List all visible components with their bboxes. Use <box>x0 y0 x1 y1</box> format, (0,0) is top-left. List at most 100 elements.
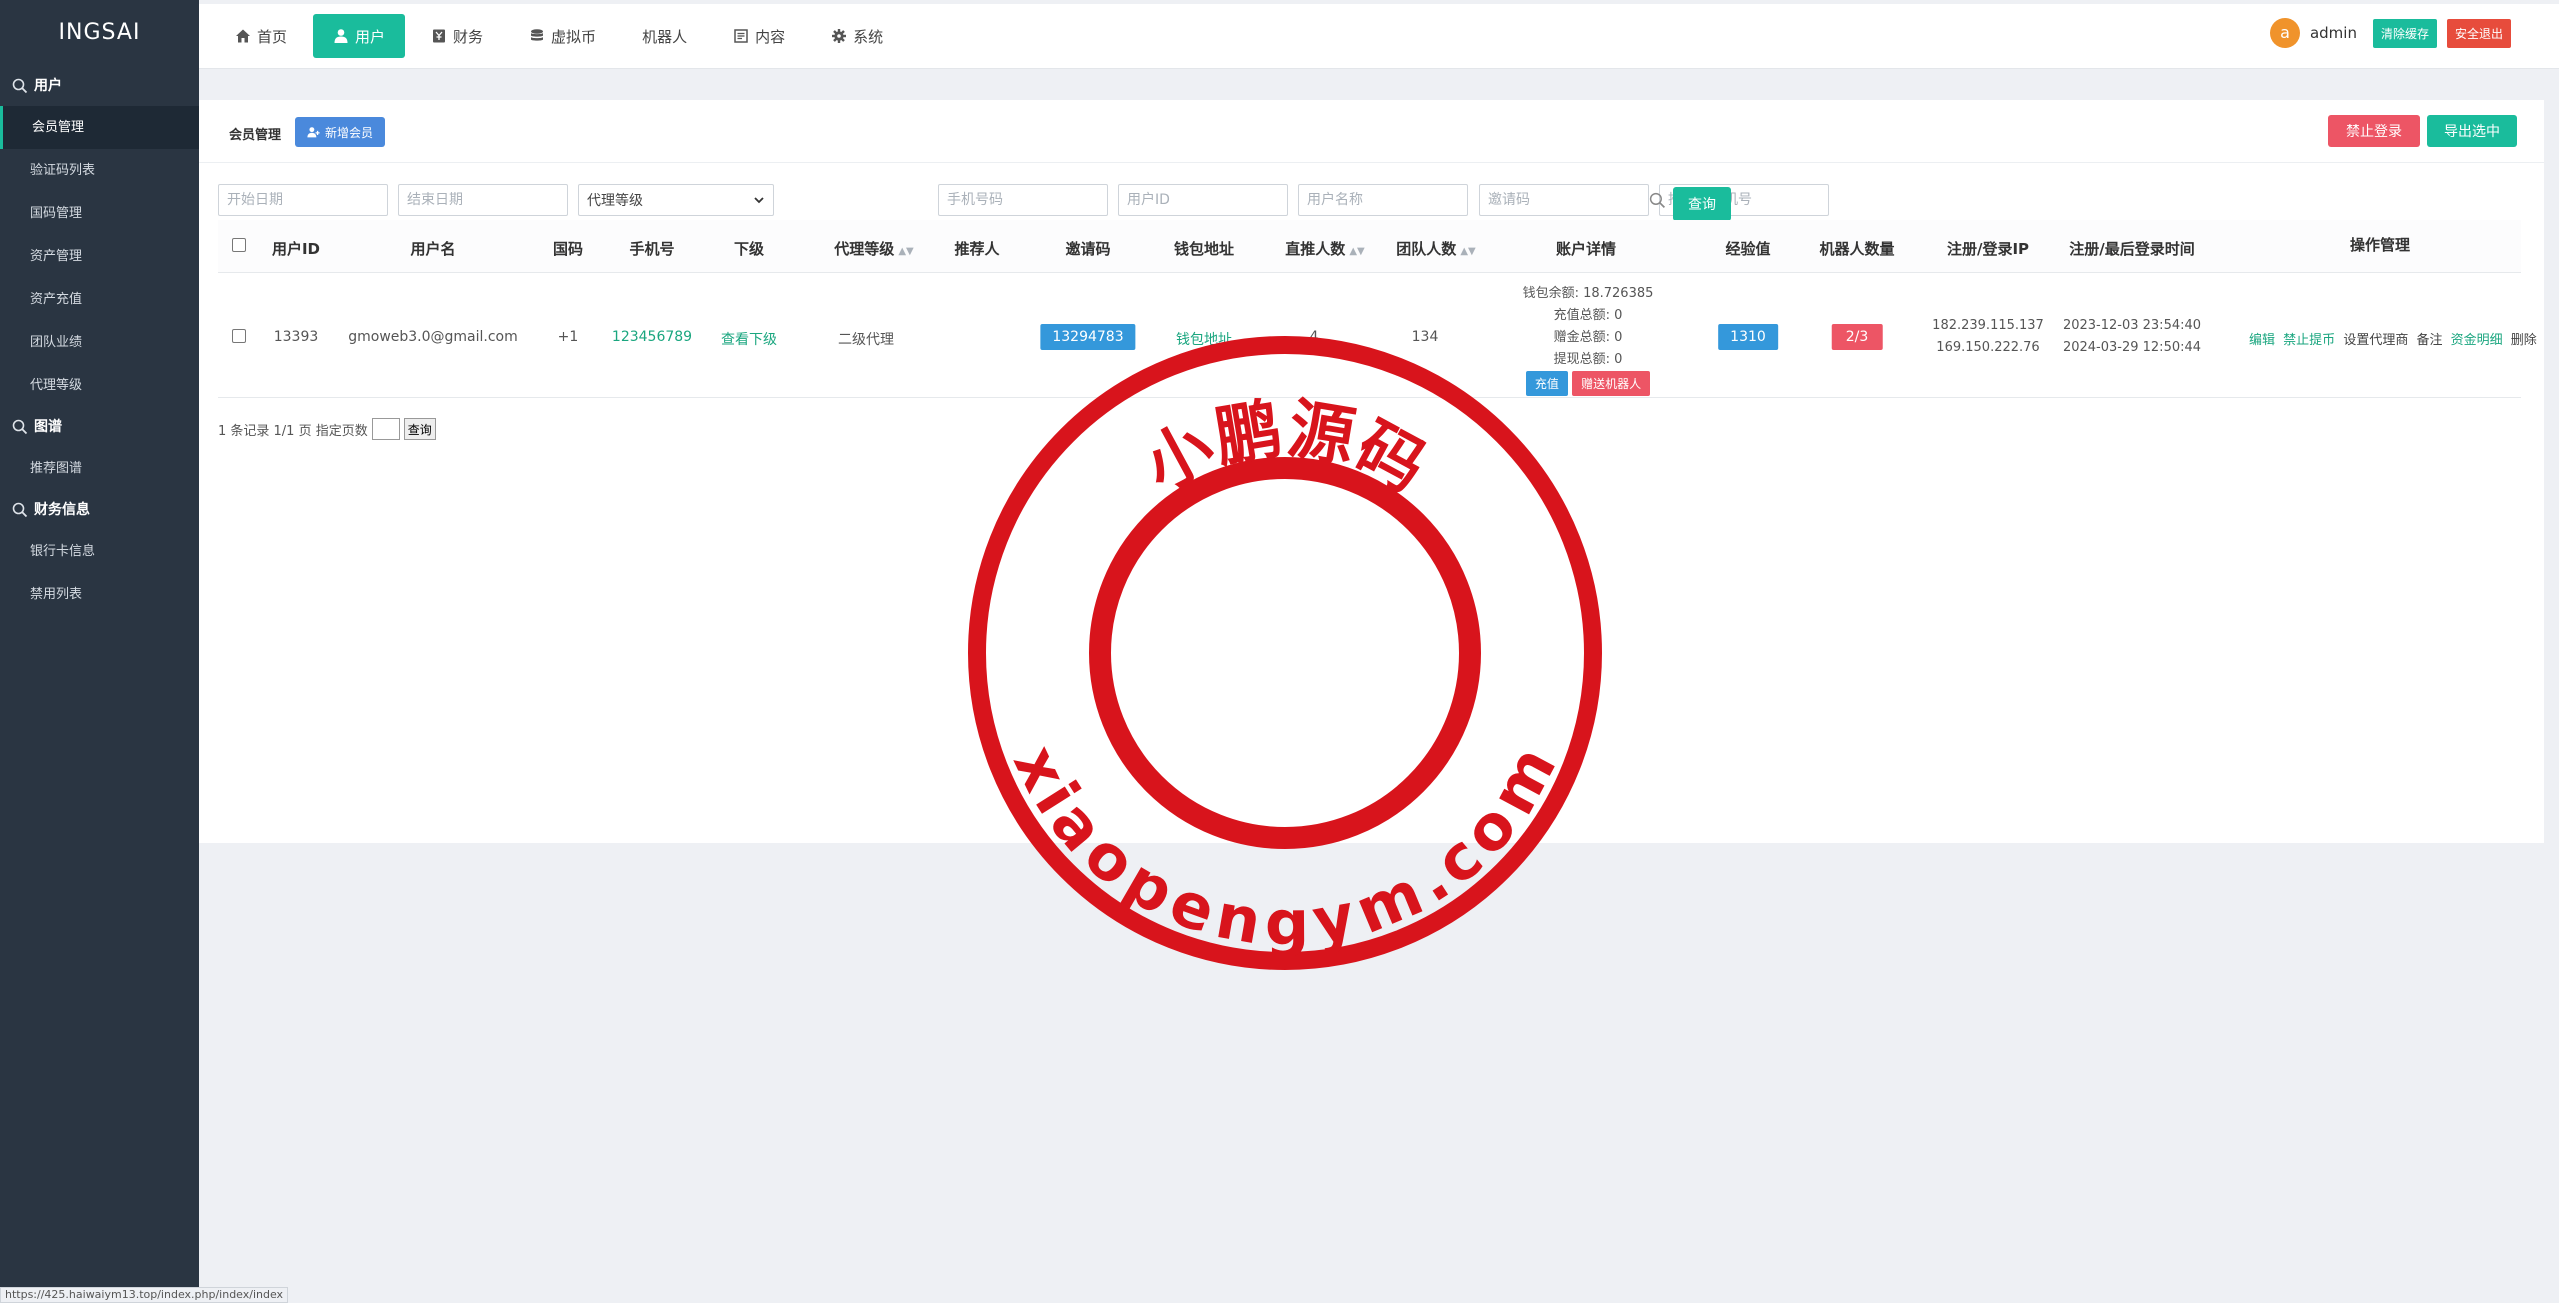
th-agent-level[interactable]: 代理等级 ▲▼ <box>834 238 913 259</box>
ban-withdraw-link[interactable]: 禁止提币 <box>2283 333 2335 348</box>
cell-phone[interactable]: 123456789 <box>612 329 692 345</box>
th-wallet: 钱包地址 <box>1173 240 1235 258</box>
sidebar-item-bank-cards[interactable]: 银行卡信息 <box>0 530 199 573</box>
robot-count-badge[interactable]: 2/3 <box>1831 324 1883 350</box>
sidebar-item-captcha-list[interactable]: 验证码列表 <box>0 149 199 192</box>
admin-username[interactable]: admin <box>2310 24 2357 42</box>
search-icon <box>12 502 28 518</box>
tab-home[interactable]: 首页 <box>215 14 307 58</box>
cell-team-count: 134 <box>1411 329 1439 345</box>
sidebar-item-referral-graph[interactable]: 推荐图谱 <box>0 447 199 490</box>
th-label: 直推人数 <box>1285 240 1346 258</box>
tab-content[interactable]: 内容 <box>713 14 805 58</box>
row-checkbox[interactable] <box>232 329 246 343</box>
tab-finance[interactable]: 财务 <box>411 14 503 58</box>
add-user-icon <box>307 126 320 137</box>
delete-link[interactable]: 删除 <box>2511 333 2537 348</box>
cell-user-id: 13393 <box>273 329 319 345</box>
start-date-input[interactable] <box>218 184 388 216</box>
pagination-summary: 1 条记录 1/1 页 指定页数 <box>218 423 368 439</box>
tab-system[interactable]: 系统 <box>811 14 903 58</box>
edit-link[interactable]: 编辑 <box>2249 333 2275 348</box>
cell-login-ip: 169.150.222.76 <box>1936 340 2040 355</box>
sidebar-item-agent-level[interactable]: 代理等级 <box>0 364 199 407</box>
logout-button[interactable]: 安全退出 <box>2446 18 2511 48</box>
agent-level-select[interactable]: 代理等级 <box>578 184 774 216</box>
withdraw-total: 提现总额: 0 <box>1553 352 1623 367</box>
tab-label: 系统 <box>853 27 884 46</box>
clear-cache-button[interactable]: 清除缓存 <box>2372 18 2437 48</box>
sidebar-item-member-management[interactable]: 会员管理 <box>0 106 199 149</box>
finance-icon <box>433 29 446 43</box>
agent-level-select-value: 代理等级 <box>587 193 643 209</box>
user-id-input[interactable] <box>1118 184 1288 216</box>
tab-label: 用户 <box>355 27 386 46</box>
page-number-input[interactable] <box>371 418 400 440</box>
gift-robot-button[interactable]: 赠送机器人 <box>1572 371 1651 396</box>
th-team-count[interactable]: 团队人数 ▲▼ <box>1396 238 1475 259</box>
add-member-button[interactable]: 新增会员 <box>295 117 386 147</box>
wallet-address-link[interactable]: 钱包地址 <box>1176 329 1232 349</box>
view-subordinates-link[interactable]: 查看下级 <box>721 329 777 349</box>
th-phone: 手机号 <box>629 240 675 258</box>
th-robot-count: 机器人数量 <box>1819 240 1895 258</box>
tab-label: 虚拟币 <box>551 27 597 46</box>
ban-login-button[interactable]: 禁止登录 <box>2328 115 2420 147</box>
cell-country-code: +1 <box>557 329 579 345</box>
document-icon <box>734 29 748 43</box>
sidebar-item-asset-recharge[interactable]: 资产充值 <box>0 278 199 321</box>
th-subordinate: 下级 <box>733 240 765 258</box>
sidebar-item-team-performance[interactable]: 团队业绩 <box>0 321 199 364</box>
end-date-input[interactable] <box>398 184 568 216</box>
experience-badge[interactable]: 1310 <box>1718 324 1778 350</box>
th-referrer: 推荐人 <box>954 240 1000 258</box>
tab-label: 内容 <box>755 27 786 46</box>
sidebar-item-assets[interactable]: 资产管理 <box>0 235 199 278</box>
th-time: 注册/最后登录时间 <box>2069 240 2195 258</box>
sidebar-group-label: 用户 <box>34 78 62 94</box>
add-member-label: 新增会员 <box>325 125 374 140</box>
invite-code-input[interactable] <box>1479 184 1649 216</box>
tab-robots[interactable]: 机器人 <box>622 14 707 58</box>
th-country-code: 国码 <box>552 240 584 258</box>
tab-crypto[interactable]: 虚拟币 <box>509 14 616 58</box>
chevron-down-icon <box>754 197 764 204</box>
page-title: 会员管理 <box>229 128 282 143</box>
cell-reg-time: 2023-12-03 23:54:40 <box>2062 318 2202 333</box>
panel-header: 会员管理 新增会员 禁止登录 导出选中 <box>199 100 2544 163</box>
table-row: 13393 gmoweb3.0@gmail.com +1 123456789 查… <box>218 273 2537 398</box>
th-direct-count[interactable]: 直推人数 ▲▼ <box>1285 238 1364 259</box>
select-all-checkbox[interactable] <box>232 238 246 252</box>
user-name-input[interactable] <box>1298 184 1468 216</box>
funds-detail-link[interactable]: 资金明细 <box>2451 333 2503 348</box>
th-username: 用户名 <box>410 240 456 258</box>
sidebar-group-label: 图谱 <box>34 419 62 435</box>
note-link[interactable]: 备注 <box>2416 333 2442 348</box>
account-details: 钱包余额: 18.726385 充值总额: 0 赠金总额: 0 提现总额: 0 … <box>1488 283 1688 396</box>
th-invite-code: 邀请码 <box>1065 240 1111 258</box>
sort-icon: ▲▼ <box>1349 246 1365 257</box>
set-agent-link[interactable]: 设置代理商 <box>2343 333 2408 348</box>
th-label: 团队人数 <box>1396 240 1457 258</box>
query-button[interactable]: 查询 <box>1673 187 1731 221</box>
sort-icon: ▲▼ <box>1460 246 1476 257</box>
search-icon <box>12 419 28 435</box>
sidebar-group-users[interactable]: 用户 <box>0 66 199 106</box>
sidebar-item-country-code[interactable]: 国码管理 <box>0 192 199 235</box>
tab-label: 财务 <box>453 27 484 46</box>
sidebar-group-finance[interactable]: 财务信息 <box>0 490 199 530</box>
row-actions: 编辑 禁止提币 设置代理商 备注 资金明细 删除 <box>2249 329 2541 348</box>
sort-icon: ▲▼ <box>898 246 914 257</box>
brand-logo: INGSAI <box>58 20 141 45</box>
go-page-button[interactable]: 查询 <box>403 418 436 440</box>
sidebar-item-ban-list[interactable]: 禁用列表 <box>0 573 199 616</box>
recharge-button[interactable]: 充值 <box>1525 371 1568 396</box>
sidebar: INGSAI 用户 会员管理 验证码列表 国码管理 资产管理 资产充值 团队业绩… <box>0 0 199 1301</box>
invite-code-badge[interactable]: 13294783 <box>1040 324 1136 350</box>
avatar[interactable]: a <box>2269 18 2300 48</box>
phone-input[interactable] <box>938 184 1108 216</box>
export-selected-button[interactable]: 导出选中 <box>2427 115 2517 147</box>
tab-users[interactable]: 用户 <box>313 14 406 58</box>
th-experience: 经验值 <box>1725 240 1771 258</box>
sidebar-group-graph[interactable]: 图谱 <box>0 407 199 447</box>
